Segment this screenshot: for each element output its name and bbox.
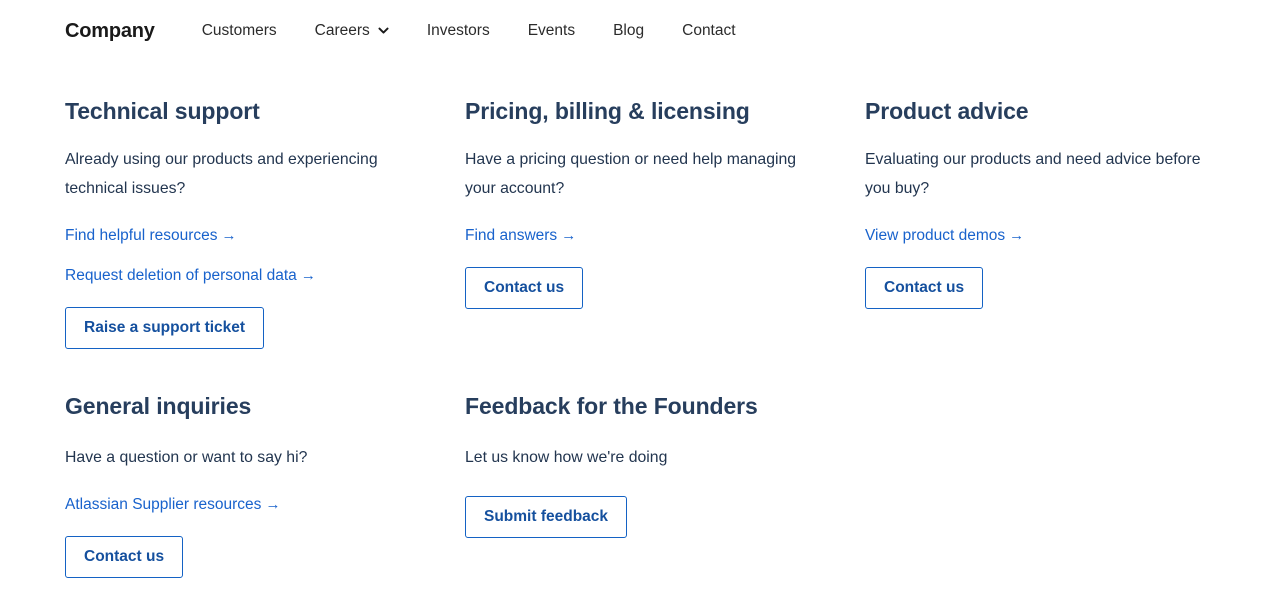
chevron-down-icon	[378, 25, 389, 36]
link-label: Find answers	[465, 226, 558, 244]
nav-item-label: Events	[527, 22, 576, 39]
card-general-inquiries: General inquiries Have a question or wan…	[65, 393, 465, 579]
card-title: Product advice	[865, 98, 1029, 124]
nav-item-events[interactable]: Events	[528, 22, 575, 40]
card-pricing-billing-licensing: Pricing, billing & licensing Have a pric…	[465, 98, 865, 349]
card-description: Have a pricing question or need help man…	[465, 151, 797, 197]
card-product-advice: Product advice Evaluating our products a…	[865, 98, 1265, 349]
card-title: Feedback for the Founders	[465, 393, 758, 420]
arrow-right-icon: →	[300, 266, 316, 284]
arrow-right-icon: →	[1009, 226, 1025, 244]
card-description: Have a question or want to say hi?	[65, 448, 308, 466]
nav-item-blog[interactable]: Blog	[613, 22, 644, 40]
nav-item-contact[interactable]: Contact	[682, 22, 735, 40]
card-description: Let us know how we're doing	[465, 448, 668, 466]
link-label: Request deletion of personal data	[65, 266, 297, 284]
card-row: Technical support Already using our prod…	[65, 98, 1286, 350]
card-description: Evaluating our products and need advice …	[865, 151, 1201, 197]
nav-item-label: Customers	[201, 22, 277, 39]
arrow-right-icon: →	[221, 226, 237, 244]
nav-item-label: Contact	[682, 22, 736, 39]
link-find-helpful-resources[interactable]: Find helpful resources →	[65, 227, 465, 245]
submit-feedback-button[interactable]: Submit feedback	[465, 495, 628, 539]
link-label: Find helpful resources	[65, 226, 218, 244]
link-label: Atlassian Supplier resources	[65, 495, 262, 513]
link-view-product-demos[interactable]: View product demos →	[865, 227, 1265, 245]
contact-options-grid: Technical support Already using our prod…	[0, 62, 1286, 579]
link-request-deletion-of-personal-data[interactable]: Request deletion of personal data →	[65, 267, 465, 285]
nav-item-careers[interactable]: Careers	[315, 22, 389, 40]
card-feedback-for-the-founders: Feedback for the Founders Let us know ho…	[465, 393, 865, 578]
arrow-right-icon: →	[265, 495, 281, 513]
link-atlassian-supplier-resources[interactable]: Atlassian Supplier resources →	[65, 496, 465, 514]
nav-item-customers[interactable]: Customers	[202, 22, 277, 40]
nav-item-label: Careers	[314, 22, 370, 39]
card-description: Already using our products and experienc…	[65, 151, 378, 197]
brand-logo[interactable]: Company	[65, 20, 155, 43]
card-technical-support: Technical support Already using our prod…	[65, 98, 465, 350]
link-find-answers[interactable]: Find answers →	[465, 227, 865, 245]
card-title: General inquiries	[65, 393, 252, 420]
raise-a-support-ticket-button[interactable]: Raise a support ticket	[65, 306, 265, 350]
card-title: Technical support	[65, 98, 260, 124]
contact-us-button-pricing[interactable]: Contact us	[465, 266, 584, 310]
nav-item-investors[interactable]: Investors	[427, 22, 490, 40]
card-placeholder-empty	[865, 393, 1265, 578]
card-title: Pricing, billing & licensing	[465, 98, 750, 124]
contact-us-button-general[interactable]: Contact us	[65, 535, 184, 579]
link-label: View product demos	[865, 226, 1006, 244]
nav-links: Customers Careers Investors Events Blog …	[202, 22, 736, 40]
top-navigation-bar: Company Customers Careers Investors Even…	[0, 0, 1286, 62]
nav-item-label: Blog	[613, 22, 645, 39]
nav-item-label: Investors	[426, 22, 490, 39]
card-row: General inquiries Have a question or wan…	[65, 393, 1286, 579]
contact-us-button-product-advice[interactable]: Contact us	[865, 266, 984, 310]
arrow-right-icon: →	[561, 226, 577, 244]
